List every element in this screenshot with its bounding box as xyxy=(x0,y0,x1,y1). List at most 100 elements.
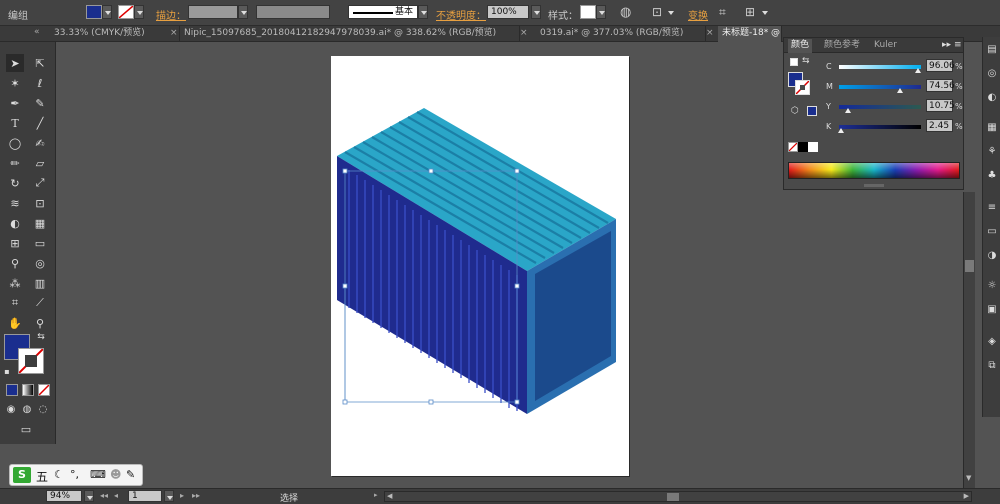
fill-swatch[interactable] xyxy=(86,5,102,19)
brush-definition[interactable]: 基本 xyxy=(348,5,418,19)
tab-document-3[interactable]: 0319.ai* @ 377.03% (RGB/预览) xyxy=(536,26,706,42)
mesh-tool-icon[interactable]: ⊞ xyxy=(6,234,24,252)
opacity-field[interactable]: 100% xyxy=(487,5,529,19)
pencil-tool-icon[interactable]: ✏ xyxy=(6,154,24,172)
graphic-styles-icon[interactable]: ▣ xyxy=(985,303,999,317)
recolor-icon[interactable]: ◍ xyxy=(620,5,631,20)
stroke-swatch[interactable] xyxy=(118,5,134,19)
pen-tool-icon[interactable]: ✒ xyxy=(6,94,24,112)
scroll-right-icon[interactable]: ▶ xyxy=(964,492,969,500)
slider-value[interactable]: 96.06 xyxy=(926,59,955,72)
draw-behind-icon[interactable]: ◍ xyxy=(20,402,34,416)
draw-inside-icon[interactable]: ◌ xyxy=(36,402,50,416)
horizontal-scrollbar[interactable]: ◀ ▶ xyxy=(384,491,972,502)
zoom-field[interactable]: 94% xyxy=(46,490,82,502)
punctuation-icon[interactable]: °, xyxy=(70,468,79,481)
slider-value[interactable]: 2.45 xyxy=(926,119,953,132)
slice-tool-icon[interactable]: ⟋ xyxy=(31,294,49,312)
color-spectrum[interactable] xyxy=(788,162,960,179)
direct-selection-tool-icon[interactable]: ⇱ xyxy=(31,54,49,72)
panel-resize-grip[interactable] xyxy=(864,184,884,187)
artboard-tool-icon[interactable]: ⌗ xyxy=(6,294,24,312)
out-of-gamut-icon[interactable]: ⬡ xyxy=(791,106,799,116)
align-icon[interactable]: ⊡ xyxy=(652,5,662,19)
variable-width-profile[interactable] xyxy=(256,5,330,19)
fill-dropdown[interactable] xyxy=(102,5,112,19)
line-tool-icon[interactable]: ╱ xyxy=(31,114,49,132)
stroke-color-box[interactable] xyxy=(18,348,44,374)
close-icon[interactable]: × xyxy=(170,28,178,38)
opacity-dropdown[interactable] xyxy=(531,5,541,19)
column-graph-tool-icon[interactable]: ▥ xyxy=(31,274,49,292)
magenta-slider[interactable] xyxy=(839,85,921,89)
shipping-container-artwork[interactable] xyxy=(331,56,629,476)
blend-tool-icon[interactable]: ◎ xyxy=(31,254,49,272)
close-icon[interactable]: × xyxy=(520,28,528,38)
cyan-slider[interactable] xyxy=(839,65,921,69)
color-guide-icon[interactable]: ◐ xyxy=(985,91,999,105)
appearance-icon[interactable]: ☼ xyxy=(985,279,999,293)
artboard-number-field[interactable]: 1 xyxy=(128,490,162,502)
none-swatch[interactable] xyxy=(788,142,798,152)
artboard-dropdown[interactable] xyxy=(164,490,174,502)
type-tool-icon[interactable]: T xyxy=(6,114,24,132)
brushes-icon[interactable]: ▦ xyxy=(985,121,999,135)
black-swatch[interactable] xyxy=(798,142,808,152)
none-mode-button[interactable] xyxy=(38,384,50,396)
scroll-left-icon[interactable]: ◀ xyxy=(387,492,392,500)
scale-tool-icon[interactable]: ⤢ xyxy=(31,174,49,192)
screen-mode-icon[interactable]: ▭ xyxy=(16,422,36,436)
tab-color-guide[interactable]: 颜色参考 xyxy=(824,39,860,53)
ime-mode-label[interactable]: 五 xyxy=(36,468,48,485)
slider-thumb[interactable] xyxy=(844,108,851,113)
transform-label[interactable]: 变换 xyxy=(688,7,708,22)
white-swatch[interactable] xyxy=(808,142,818,152)
tabs-collapse-icon[interactable]: « xyxy=(34,27,40,37)
stroke-dropdown[interactable] xyxy=(134,5,144,19)
free-transform-tool-icon[interactable]: ⊡ xyxy=(31,194,49,212)
gradient-panel-icon[interactable]: ▭ xyxy=(985,225,999,239)
shape-builder-tool-icon[interactable]: ◐ xyxy=(6,214,24,232)
transparency-icon[interactable]: ◑ xyxy=(985,249,999,263)
swap-colors-icon[interactable]: ⇆ xyxy=(36,332,46,342)
opacity-label[interactable]: 不透明度： xyxy=(436,7,486,22)
stroke-panel-icon[interactable]: ≡ xyxy=(985,201,999,215)
first-artboard-icon[interactable]: ◂◂ xyxy=(100,491,108,500)
paintbrush-tool-icon[interactable]: ✍ xyxy=(31,134,49,152)
brush-tip-icon[interactable]: ⚘ xyxy=(985,145,999,159)
artboards-icon[interactable]: ⧉ xyxy=(985,359,999,373)
slider-value[interactable]: 74.56 xyxy=(926,79,955,92)
gradient-tool-icon[interactable]: ▭ xyxy=(31,234,49,252)
brush-dropdown[interactable] xyxy=(418,5,428,19)
zoom-dropdown[interactable] xyxy=(84,490,94,502)
settings-wrench-icon[interactable]: ✎ xyxy=(126,468,135,481)
panel-menu-icon[interactable]: ≡ xyxy=(954,39,962,53)
warp-tool-icon[interactable]: ≋ xyxy=(6,194,24,212)
panel-expand-icon[interactable]: ▸▸ xyxy=(942,39,951,53)
panel-stroke-box[interactable] xyxy=(795,80,810,95)
stroke-label[interactable]: 描边： xyxy=(156,7,186,22)
arrange-icon[interactable]: ⊞ xyxy=(745,5,755,19)
color-icon[interactable]: ◎ xyxy=(985,67,999,81)
draw-normal-icon[interactable]: ◉ xyxy=(4,402,18,416)
lasso-tool-icon[interactable]: ℓ xyxy=(31,74,49,92)
curvature-tool-icon[interactable]: ✎ xyxy=(31,94,49,112)
tab-document-2[interactable]: Nipic_15097685_20180412182947978039.ai* … xyxy=(180,26,520,42)
symbol-sprayer-tool-icon[interactable]: ⁂ xyxy=(6,274,24,292)
stroke-weight-field[interactable] xyxy=(188,5,238,19)
graphic-style-swatch[interactable] xyxy=(580,5,596,19)
gradient-mode-button[interactable] xyxy=(22,384,34,396)
layers-icon[interactable]: ◈ xyxy=(985,335,999,349)
scroll-thumb[interactable] xyxy=(965,260,974,272)
swap-fill-stroke-icon[interactable]: ⇆ xyxy=(802,56,810,66)
panel-menu-dropdown[interactable] xyxy=(760,6,770,20)
next-artboard-icon[interactable]: ▸ xyxy=(180,491,184,500)
tab-kuler[interactable]: Kuler xyxy=(874,39,897,53)
tab-document-active[interactable]: 未标题-18* @ 94% (CMYK/预览) xyxy=(718,26,782,42)
magic-wand-tool-icon[interactable]: ✶ xyxy=(6,74,24,92)
black-slider[interactable] xyxy=(839,125,921,129)
stroke-weight-dropdown[interactable] xyxy=(238,5,248,19)
eyedropper-tool-icon[interactable]: ⚲ xyxy=(6,254,24,272)
status-menu-icon[interactable]: ▸ xyxy=(374,491,378,499)
hand-tool-icon[interactable]: ✋ xyxy=(6,314,24,332)
